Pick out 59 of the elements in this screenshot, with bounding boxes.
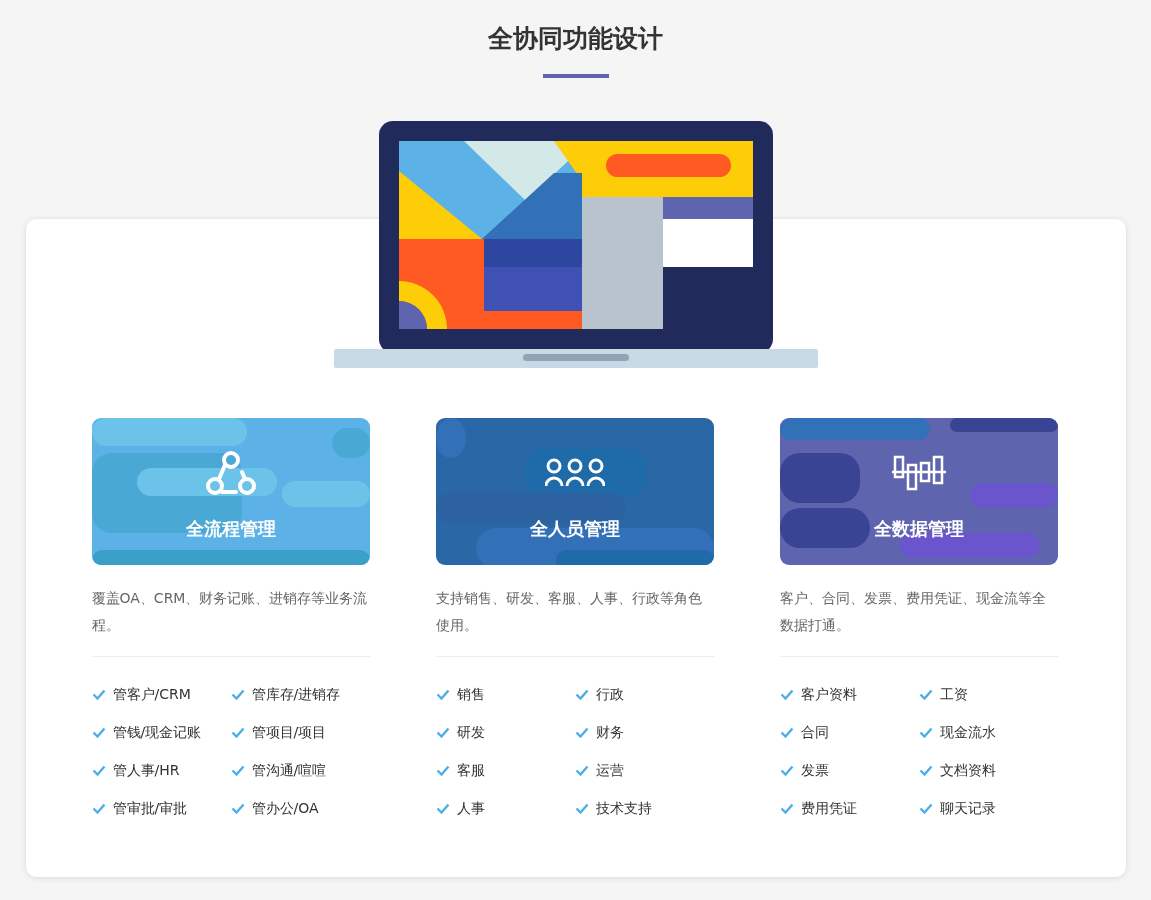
feature-description: 客户、合同、发票、费用凭证、现金流等全数据打通。 [779,589,1047,635]
feature-name: 全人员管理 [529,517,620,541]
check-icon [574,802,589,814]
check-icon [230,726,245,738]
feature-item: 销售 [456,685,485,704]
feature-item: 文档资料 [939,761,996,780]
check-icon [779,688,794,700]
feature-item: 技术支持 [595,799,652,818]
feature-item: 管库存/进销存 [251,685,341,704]
connected-circles-icon [205,450,256,496]
feature-item: 管办公/OA [251,799,319,818]
feature-item: 研发 [456,723,485,742]
check-icon [435,688,450,700]
feature-item: 客服 [456,761,485,780]
feature-item: 合同 [800,723,829,742]
feature-item: 现金流水 [939,723,996,742]
check-icon [91,688,106,700]
cloud-shape [331,428,370,458]
check-icon [918,764,933,776]
check-icon [918,688,933,700]
feature-item: 管审批/审批 [112,799,188,818]
check-icon [574,726,589,738]
feature-item: 管项目/项目 [251,723,327,742]
feature-name: 全数据管理 [873,517,964,541]
check-icon [574,688,589,700]
check-icon [435,726,450,738]
check-icon [779,726,794,738]
feature-item: 管人事/HR [112,761,180,780]
cloud-shape [435,418,466,458]
feature-item: 行政 [595,685,624,704]
check-icon [574,764,589,776]
check-icon [230,688,245,700]
check-icon [435,802,450,814]
feature-item: 人事 [456,799,485,818]
check-icon [779,764,794,776]
check-icon [230,802,245,814]
check-icon [918,726,933,738]
check-icon [91,764,106,776]
feature-item: 管沟通/喧喧 [251,761,327,780]
check-icon [918,802,933,814]
check-icon [91,726,106,738]
feature-item: 管钱/现金记账 [112,723,202,742]
feature-item: 发票 [800,761,829,780]
feature-item: 财务 [595,723,624,742]
feature-description: 支持销售、研发、客服、人事、行政等角色使用。 [435,589,703,635]
feature-item: 运营 [595,761,624,780]
check-icon [91,802,106,814]
feature-name: 全流程管理 [185,517,276,541]
feature-item: 聊天记录 [939,799,996,818]
feature-item: 费用凭证 [800,799,857,818]
title-underline [542,74,609,78]
section-title: 全协同功能设计 [488,23,663,55]
feature-description: 覆盖OA、CRM、财务记账、进销存等业务流程。 [91,589,369,635]
feature-item: 管客户/CRM [112,685,191,704]
feature-item: 工资 [939,685,968,704]
check-icon [779,802,794,814]
feature-item: 客户资料 [800,685,857,704]
check-icon [435,764,450,776]
check-icon [230,764,245,776]
